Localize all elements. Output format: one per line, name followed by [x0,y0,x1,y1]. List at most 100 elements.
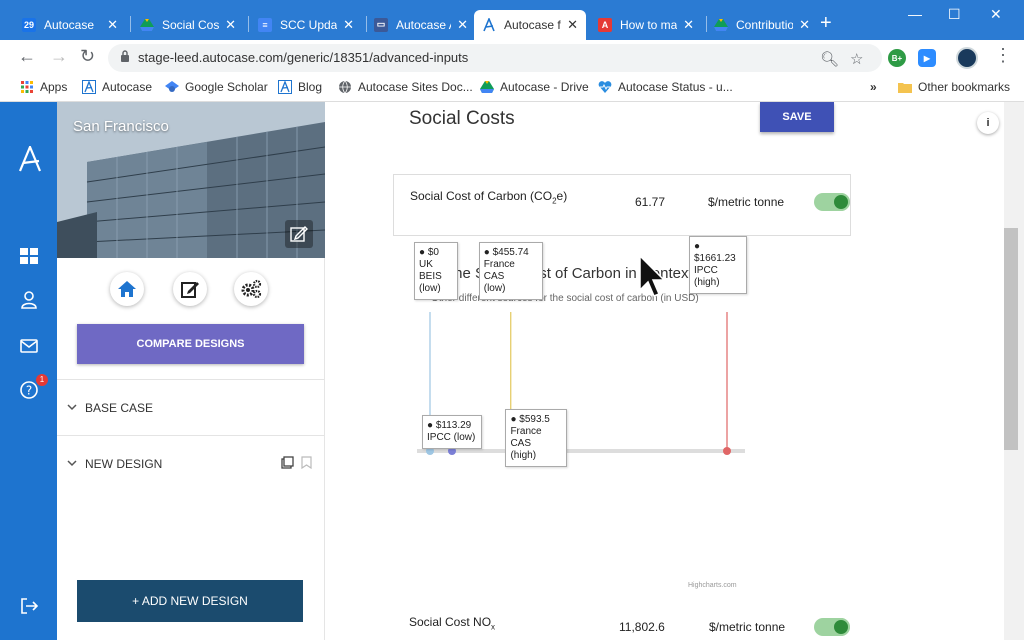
page-icon: ▭ [374,17,388,32]
nox-toggle[interactable] [814,618,850,636]
mail-icon[interactable] [19,336,39,356]
main-content: Social Costs SAVE i Social Cost of Carbo… [325,102,1004,640]
browser-tab[interactable]: ≡ SCC Updat ✕ [250,11,362,38]
bookmark-google-scholar[interactable]: Google Scholar [165,80,268,94]
app-nav-rail: ? 1 [0,102,57,640]
section-new-design[interactable]: NEW DESIGN [57,435,324,491]
extension-icon[interactable]: B+ [888,49,906,67]
adobe-icon: A [598,17,612,32]
compare-designs-button[interactable]: COMPARE DESIGNS [77,324,304,364]
scholar-icon [165,81,179,92]
close-icon[interactable]: ✕ [683,17,694,33]
data-point[interactable] [723,447,731,455]
project-title: San Francisco [73,118,169,135]
home-icon [118,281,136,297]
back-arrow-icon[interactable]: ← [18,46,36,67]
edit-image-button[interactable] [285,220,313,248]
calendar-icon: 29 [22,17,36,32]
chevron-down-icon [67,404,77,411]
minimize-icon[interactable]: — [908,6,922,22]
carbon-toggle[interactable] [814,193,850,211]
close-icon[interactable]: ✕ [457,17,468,33]
nox-cost-value[interactable]: 11,802.6 [619,620,665,634]
svg-text:?: ? [26,384,32,398]
bookmark-autocase[interactable]: Autocase [82,80,152,94]
close-icon[interactable]: ✕ [107,17,118,33]
data-label-value: ● $455.74 [483,247,529,258]
user-icon[interactable] [19,290,39,310]
gears-icon [241,279,262,299]
bookmark-label: Autocase Sites Doc... [358,80,473,94]
autocase-logo-icon[interactable] [18,146,42,172]
info-button[interactable]: i [977,112,999,134]
close-icon[interactable]: ✕ [799,17,810,33]
bookmark-status[interactable]: Autocase Status - u... [598,80,733,94]
address-bar[interactable]: stage-leed.autocase.com/generic/18351/ad… [108,44,882,72]
home-button[interactable] [110,272,144,306]
browser-tab[interactable]: 29 Autocase ✕ [14,11,126,38]
tab-label: Autocase [44,17,95,32]
browser-tab[interactable]: Social Cost ✕ [132,11,244,38]
browser-tab[interactable]: A How to ma ✕ [590,11,702,38]
window-close-icon[interactable]: ✕ [990,6,1002,23]
dashboard-icon[interactable] [19,246,39,266]
drive-icon [480,81,494,93]
carbon-cost-card: Social Cost of Carbon (CO2e) 61.77 $/met… [393,174,851,236]
data-label-value: ● $1661.23 [694,241,736,264]
close-icon[interactable]: ✕ [225,17,236,33]
bookmark-label: Autocase Status - u... [618,80,733,94]
timeline-chart [417,312,745,455]
label-prefix: Social Cost of Carbon (CO [410,189,553,203]
bookmark-other[interactable]: Other bookmarks [898,80,1010,94]
tab-label: Autocase A [396,17,452,32]
maximize-icon[interactable]: ☐ [948,6,961,23]
star-icon[interactable]: ☆ [850,50,863,68]
design-sidebar: San Francisco COMPARE DESIGNS BASE CASE … [57,102,325,640]
toggle-knob [832,193,850,211]
tab-label: Contributio [736,17,794,32]
scrollbar-thumb[interactable] [1004,228,1018,450]
browser-tab[interactable]: ▭ Autocase A ✕ [366,11,476,38]
data-label-name: France CAS [510,426,542,449]
zoom-extension-icon[interactable]: ▶ [918,49,936,67]
zoom-icon[interactable]: 🔍︎ [820,50,839,68]
settings-button[interactable] [234,272,268,306]
reload-icon[interactable]: ↻ [80,46,95,67]
close-icon[interactable]: ✕ [567,17,578,33]
bookmark-icon[interactable] [301,456,312,469]
close-icon[interactable]: ✕ [343,17,354,33]
section-label: NEW DESIGN [85,457,163,471]
nox-cost-unit: $/metric tonne [709,620,786,634]
new-tab-button[interactable]: + [820,12,832,35]
carbon-cost-value[interactable]: 61.77 [635,195,665,209]
mouse-cursor-icon [639,254,666,297]
save-button[interactable]: SAVE [760,102,834,132]
data-label-name: France CAS [483,259,515,282]
section-base-case[interactable]: BASE CASE [57,379,324,435]
data-label-name: (low) [483,283,506,294]
data-label-name: (high) [510,450,537,461]
browser-tab-active[interactable]: Autocase f ✕ [474,10,586,40]
chart-credits[interactable]: Highcharts.com [688,582,737,589]
add-new-design-button[interactable]: + ADD NEW DESIGN [77,580,303,622]
bookmark-blog[interactable]: Blog [278,80,322,94]
bookmark-drive[interactable]: Autocase - Drive [480,80,589,94]
data-label-name: (low) [419,283,441,294]
edit-icon [181,282,199,298]
forward-arrow-icon[interactable]: → [50,46,68,67]
lock-icon [121,50,129,62]
more-bookmarks-chevron[interactable]: » [870,80,877,94]
edit-button[interactable] [173,272,207,306]
avatar[interactable] [956,47,978,69]
chevron-down-icon [67,460,77,467]
carbon-cost-label: Social Cost of Carbon (CO2e) [410,189,567,205]
project-hero-image: San Francisco [57,102,325,258]
browser-tab[interactable]: Contributio ✕ [706,11,818,38]
tab-label: Social Cost [162,17,220,32]
kebab-menu-icon[interactable]: ⋮ [994,45,1012,66]
logout-icon[interactable] [19,596,39,616]
bookmark-sites-doc[interactable]: Autocase Sites Doc... [338,80,473,94]
copy-icon[interactable] [281,456,294,469]
bookmark-apps[interactable]: Apps [20,80,67,94]
data-label-name: (high) [694,277,720,288]
